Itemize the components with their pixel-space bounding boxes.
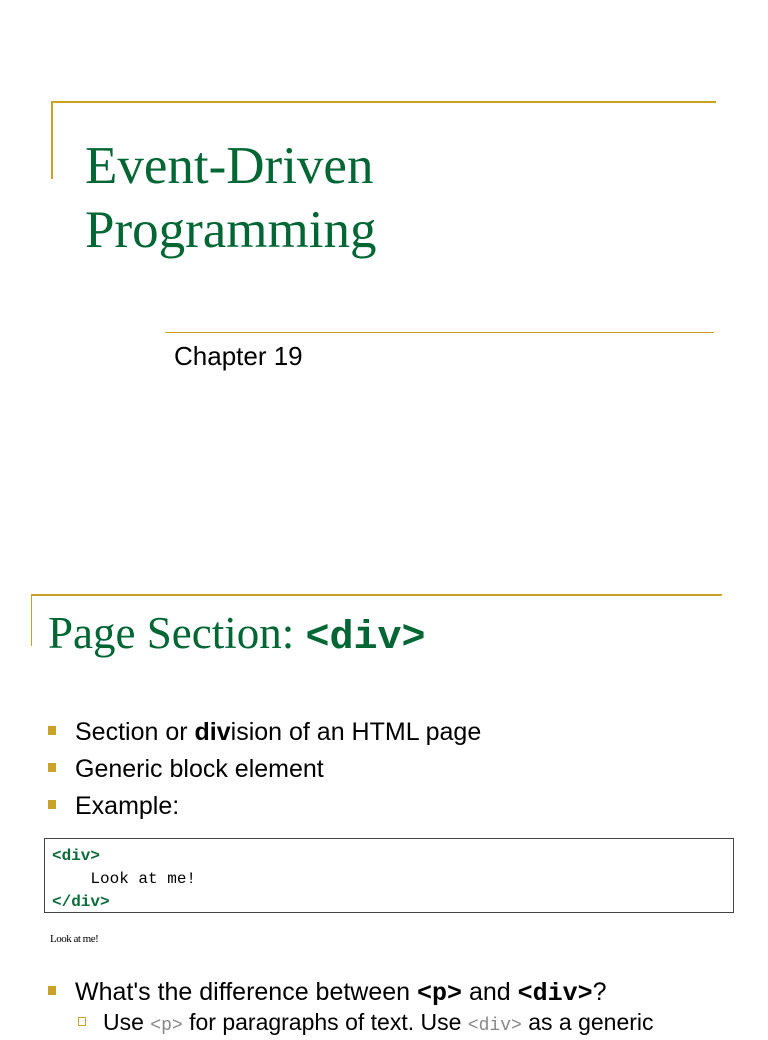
left-rule [31,594,32,646]
title-line-1: Event-Driven [85,137,374,195]
subtitle-rule [165,332,714,333]
rendered-output: Look at me! [50,933,99,945]
title-code: <div> [305,616,426,661]
bullet-square-icon [48,800,56,809]
top-rule [32,594,722,596]
code-line: Look at me! [52,870,197,888]
left-rule [51,101,53,179]
hollow-square-icon [78,1017,86,1026]
code-example: <div> Look at me! </div> [44,838,734,913]
title-line-2: Programming [85,201,377,259]
code-line: </div> [52,893,110,911]
bullet-square-icon [48,763,56,772]
bullet-square-icon [48,986,56,995]
title-text: Page Section: [48,608,306,658]
slide-title: Page Section: <div> [48,606,426,666]
top-rule [52,101,716,103]
bullet-square-icon [48,726,56,735]
subtitle: Chapter 19 [174,341,303,371]
code-line: <div> [52,847,101,865]
